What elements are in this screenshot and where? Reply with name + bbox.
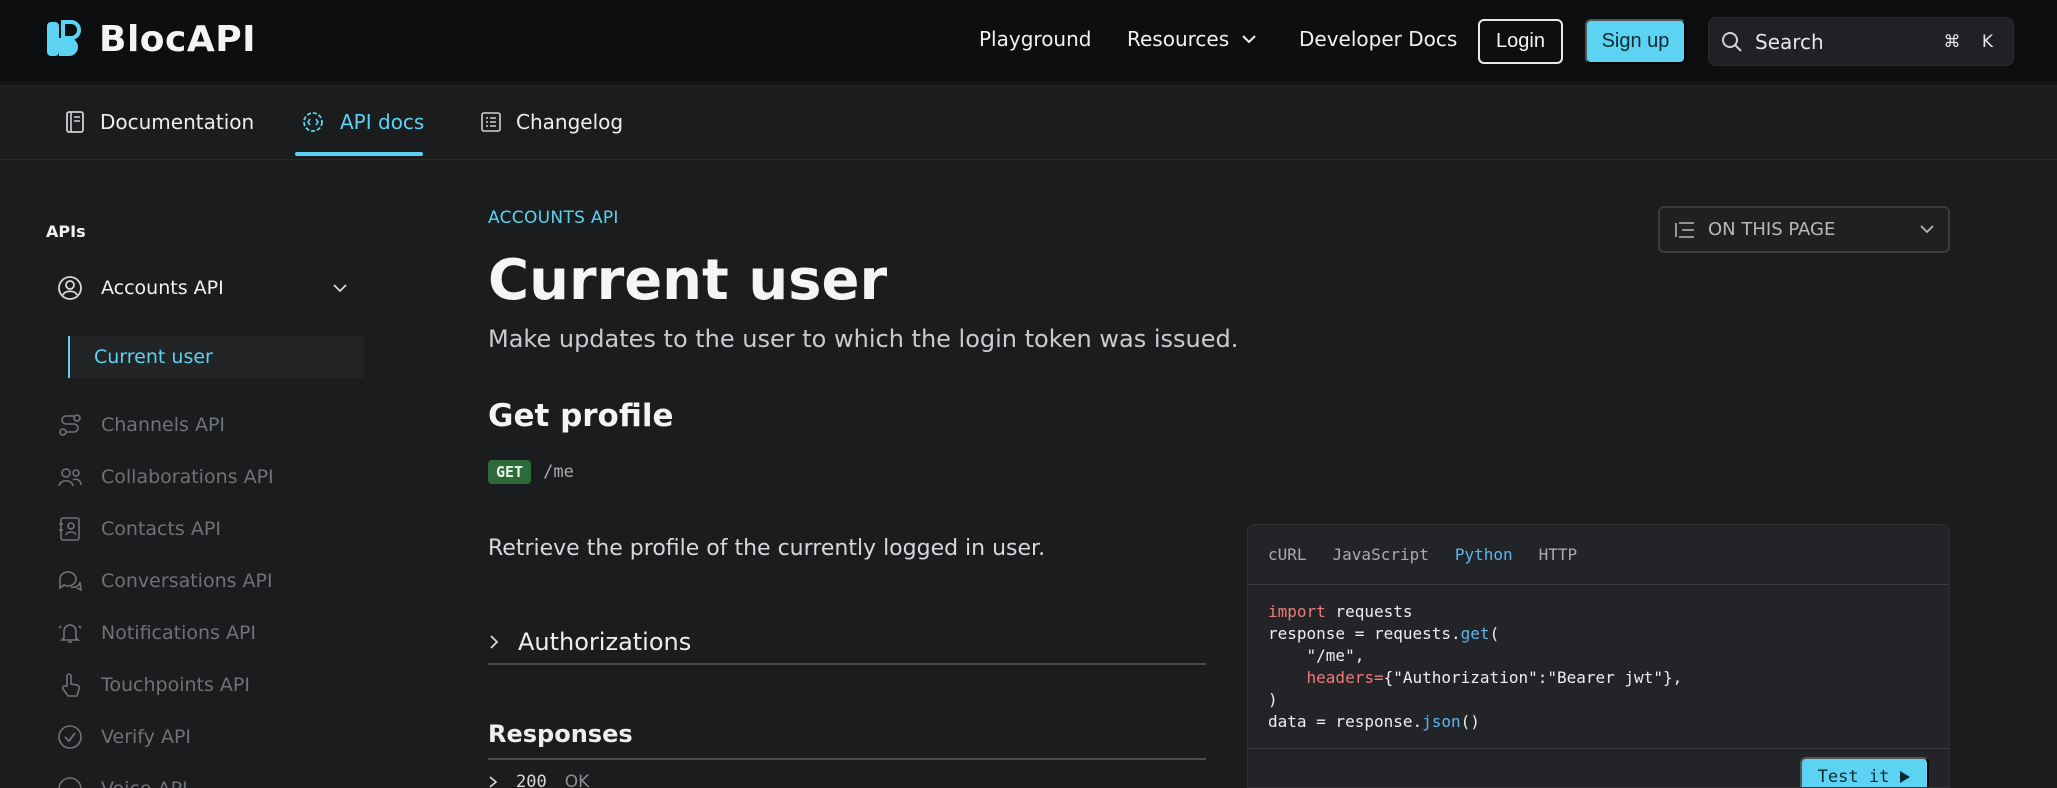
top-navigation: BlocAPI Playground Resources Developer D…: [0, 0, 2057, 83]
nav-playground[interactable]: Playground: [979, 27, 1091, 51]
search-input[interactable]: Search ⌘ K: [1708, 17, 2014, 66]
docs-tabs: Documentation API docs Changelog: [0, 84, 2057, 160]
active-tab-indicator: [295, 152, 423, 156]
chevron-down-icon: [1241, 34, 1257, 44]
sidebar-item-label: Notifications API: [101, 622, 257, 644]
tab-javascript[interactable]: JavaScript: [1333, 545, 1429, 564]
endpoint-path: /me: [543, 462, 574, 482]
chevron-right-icon: [488, 634, 500, 650]
response-row[interactable]: 200 OK: [488, 772, 589, 788]
tab-documentation[interactable]: Documentation: [64, 84, 254, 160]
chevron-down-icon[interactable]: [333, 283, 347, 293]
tab-changelog[interactable]: Changelog: [480, 84, 623, 160]
sidebar-item-label: Voice API: [101, 778, 188, 788]
sidebar-item-label: Contacts API: [101, 518, 221, 540]
sidebar-item-label: Touchpoints API: [101, 674, 250, 696]
page-body: APIs Accounts API Current user Channels …: [0, 160, 2057, 788]
sidebar-item-channels-api[interactable]: Channels API: [57, 412, 225, 438]
responses-heading: Responses: [488, 720, 633, 748]
page-description: Make updates to the user to which the lo…: [488, 325, 1239, 353]
chevron-down-icon: [1920, 225, 1934, 234]
breadcrumb[interactable]: ACCOUNTS API: [488, 208, 619, 228]
tab-http[interactable]: HTTP: [1539, 545, 1578, 564]
section-title: Get profile: [488, 398, 674, 434]
sidebar-item-label: Accounts API: [101, 277, 224, 299]
search-icon: [1721, 31, 1743, 53]
login-button[interactable]: Login: [1478, 19, 1563, 64]
sidebar-heading: APIs: [46, 222, 86, 241]
tab-python[interactable]: Python: [1455, 545, 1513, 564]
tab-curl[interactable]: cURL: [1268, 545, 1307, 564]
endpoint: GET /me: [488, 460, 574, 484]
response-status-text: OK: [564, 772, 590, 788]
search-placeholder: Search: [1755, 29, 1824, 54]
authorizations-accordion[interactable]: Authorizations: [488, 620, 1206, 665]
sidebar-item-notifications-api[interactable]: Notifications API: [57, 620, 256, 646]
tab-changelog-label: Changelog: [516, 110, 624, 134]
check-circle-icon: [57, 724, 83, 750]
sidebar-item-voice-api[interactable]: Voice API: [57, 776, 188, 788]
endpoint-description: Retrieve the profile of the currently lo…: [488, 536, 1046, 561]
brand-logo[interactable]: BlocAPI: [45, 18, 256, 60]
nav-resources-label: Resources: [1127, 27, 1230, 51]
on-this-page-label: ON THIS PAGE: [1708, 219, 1836, 240]
users-icon: [57, 464, 83, 490]
toc-icon: [1674, 221, 1696, 239]
route-icon: [57, 412, 83, 438]
sidebar-item-touchpoints-api[interactable]: Touchpoints API: [57, 672, 250, 698]
response-status-code: 200: [516, 772, 547, 788]
test-it-label: Test it: [1817, 767, 1890, 787]
gear-code-icon: [300, 109, 326, 135]
tab-documentation-label: Documentation: [100, 110, 255, 134]
tab-api-docs[interactable]: API docs: [300, 84, 424, 160]
http-method-badge: GET: [488, 460, 532, 484]
sidebar-item-label: Conversations API: [101, 570, 273, 592]
sidebar-item-contacts-api[interactable]: Contacts API: [57, 516, 221, 542]
sidebar-item-label: Collaborations API: [101, 466, 274, 488]
authorizations-label: Authorizations: [518, 627, 692, 656]
code-sample-panel: cURL JavaScript Python HTTP import reque…: [1247, 524, 1950, 788]
sidebar-item-accounts-api[interactable]: Accounts API: [57, 275, 347, 301]
book-icon: [64, 110, 86, 134]
play-icon: [1899, 770, 1911, 784]
search-shortcut: ⌘ K: [1943, 31, 2001, 52]
blocapi-logo-icon: [45, 18, 85, 60]
signup-button[interactable]: Sign up: [1585, 19, 1686, 64]
chat-icon: [57, 568, 83, 594]
bell-icon: [57, 620, 83, 646]
chevron-right-icon: [488, 775, 498, 788]
sidebar-item-label: Verify API: [101, 726, 191, 748]
contact-card-icon: [57, 516, 83, 542]
divider: [488, 758, 1206, 760]
brand-name: BlocAPI: [99, 18, 256, 60]
code-language-tabs: cURL JavaScript Python HTTP: [1248, 525, 1949, 585]
user-circle-icon: [57, 275, 83, 301]
sidebar-subitem-current-user[interactable]: Current user: [68, 336, 364, 378]
sidebar-item-conversations-api[interactable]: Conversations API: [57, 568, 273, 594]
phone-icon: [57, 776, 83, 788]
page-title: Current user: [488, 248, 888, 313]
list-icon: [480, 111, 502, 133]
sidebar-item-verify-api[interactable]: Verify API: [57, 724, 191, 750]
sidebar-item-collaborations-api[interactable]: Collaborations API: [57, 464, 274, 490]
tab-api-docs-label: API docs: [340, 110, 425, 134]
on-this-page-dropdown[interactable]: ON THIS PAGE: [1658, 206, 1950, 253]
nav-resources[interactable]: Resources: [1127, 27, 1257, 51]
pointer-icon: [57, 672, 83, 698]
sidebar-item-label: Channels API: [101, 414, 226, 436]
nav-developer-docs[interactable]: Developer Docs: [1299, 27, 1457, 51]
test-it-button[interactable]: Test it: [1800, 757, 1929, 787]
code-snippet: import requests response = requests.get(…: [1248, 585, 1949, 749]
